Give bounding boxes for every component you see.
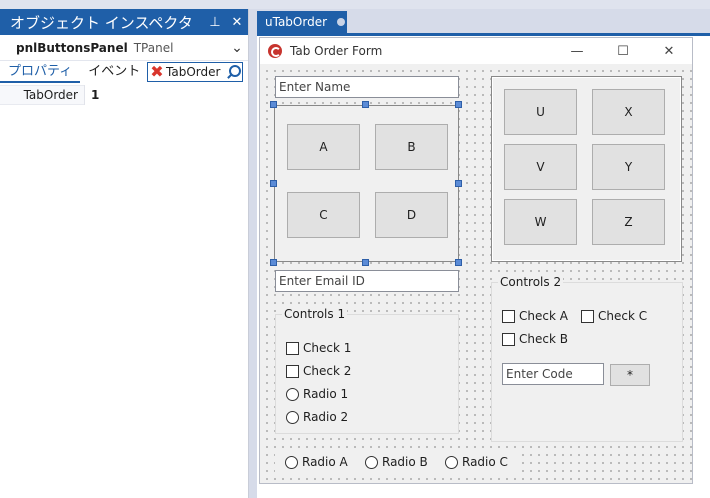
checkbox-icon [502, 309, 515, 323]
button-v[interactable]: V [504, 144, 577, 190]
name-input[interactable]: Enter Name [275, 76, 459, 98]
button-x[interactable]: X [592, 89, 665, 135]
checkA-label: Check A [519, 309, 568, 323]
radio-icon [286, 387, 299, 401]
controls1-caption: Controls 1 [282, 307, 348, 321]
selection-handle[interactable] [270, 259, 277, 266]
checkbox-icon [286, 364, 299, 378]
check1-label: Check 1 [303, 341, 352, 355]
code-button[interactable]: * [610, 364, 650, 386]
button-w[interactable]: W [504, 199, 577, 245]
code-input[interactable]: Enter Code [502, 363, 604, 385]
doc-tab-label: uTabOrder [265, 15, 328, 29]
ide-top-strip [0, 0, 710, 9]
selection-handle[interactable] [270, 180, 277, 187]
radio-icon [445, 455, 458, 469]
checkC-label: Check C [598, 309, 648, 323]
object-type: TPanel [133, 40, 174, 55]
close-icon[interactable]: ✕ [226, 15, 248, 30]
selection-handle[interactable] [270, 101, 277, 108]
inspector-title: オブジェクト インスペクタ [10, 13, 193, 32]
checkbox-icon [502, 332, 515, 346]
radioB[interactable]: Radio B [365, 455, 428, 469]
inspector-title-bar: オブジェクト インスペクタ ⊥ ✕ [0, 9, 248, 35]
button-c[interactable]: C [287, 192, 360, 238]
tab-utaborder[interactable]: uTabOrder [257, 11, 347, 33]
controls2-group: Controls 2 Check A Check C Check B Enter… [491, 275, 683, 442]
selection-handle[interactable] [455, 101, 462, 108]
splitter[interactable] [249, 9, 257, 498]
app-icon [268, 44, 282, 58]
property-value[interactable]: 1 [84, 85, 248, 105]
property-row[interactable]: TabOrder 1 [0, 85, 248, 105]
buttons-panel-right[interactable]: U X V Y W Z [491, 76, 682, 262]
controls2-caption: Controls 2 [498, 275, 564, 289]
tab-properties[interactable]: プロパティ [0, 61, 81, 83]
radio1-label: Radio 1 [303, 387, 349, 401]
tab-order-form[interactable]: Tab Order Form — ☐ ✕ Enter Name A B C D … [259, 37, 693, 484]
property-name: TabOrder [23, 88, 78, 102]
chevron-down-icon[interactable]: ⌄ [226, 40, 248, 56]
form-caption: Tab Order Form [290, 44, 383, 58]
checkbox-icon [286, 341, 299, 355]
button-z[interactable]: Z [592, 199, 665, 245]
modified-dot-icon [337, 18, 346, 26]
radio1[interactable]: Radio 1 [286, 387, 348, 401]
buttons-panel-left[interactable]: A B C D [274, 105, 459, 262]
radio2-label: Radio 2 [303, 410, 349, 424]
button-d[interactable]: D [375, 192, 448, 238]
radioC[interactable]: Radio C [445, 455, 508, 469]
checkB[interactable]: Check B [502, 332, 568, 346]
check2-label: Check 2 [303, 364, 352, 378]
tab-events[interactable]: イベント [80, 61, 148, 83]
radioA-label: Radio A [302, 455, 348, 469]
form-client-area: Enter Name A B C D U X V Y W Z Enter Ema… [260, 64, 692, 483]
object-name: pnlButtonsPanel [16, 40, 128, 55]
selection-handle[interactable] [455, 180, 462, 187]
radio2[interactable]: Radio 2 [286, 410, 348, 424]
controls1-group: Controls 1 Check 1 Check 2 Radio 1 Radio… [275, 307, 459, 434]
button-y[interactable]: Y [592, 144, 665, 190]
button-u[interactable]: U [504, 89, 577, 135]
radio-icon [365, 455, 378, 469]
selection-handle[interactable] [455, 259, 462, 266]
check2[interactable]: Check 2 [286, 364, 351, 378]
object-inspector: オブジェクト インスペクタ ⊥ ✕ pnlButtonsPanel TPanel… [0, 9, 249, 498]
pin-icon[interactable]: ⊥ [204, 15, 226, 30]
search-value: TabOrder [166, 65, 221, 79]
checkA[interactable]: Check A [502, 309, 568, 323]
minimize-button[interactable]: — [554, 44, 600, 59]
search-icon[interactable] [224, 63, 242, 81]
selection-handle[interactable] [362, 259, 369, 266]
radioC-label: Radio C [462, 455, 508, 469]
checkB-label: Check B [519, 332, 568, 346]
object-selector[interactable]: pnlButtonsPanel TPanel ⌄ [0, 35, 248, 61]
check1[interactable]: Check 1 [286, 341, 351, 355]
maximize-button[interactable]: ☐ [600, 44, 646, 59]
radioA[interactable]: Radio A [285, 455, 348, 469]
form-title-bar: Tab Order Form — ☐ ✕ [260, 38, 692, 64]
checkC[interactable]: Check C [581, 309, 647, 323]
button-a[interactable]: A [287, 124, 360, 170]
radio-icon [286, 410, 299, 424]
button-b[interactable]: B [375, 124, 448, 170]
selection-handle[interactable] [362, 101, 369, 108]
close-button[interactable]: ✕ [646, 44, 692, 59]
radio-panel: Radio A Radio B Radio C [275, 448, 522, 475]
inspector-tabs: プロパティ イベント ✖ TabOrder [0, 61, 248, 83]
email-input[interactable]: Enter Email ID [275, 270, 459, 292]
property-search-input[interactable]: ✖ TabOrder [147, 62, 243, 82]
checkbox-icon [581, 309, 594, 323]
clear-search-icon[interactable]: ✖ [148, 63, 166, 81]
radioB-label: Radio B [382, 455, 428, 469]
radio-icon [285, 455, 298, 469]
